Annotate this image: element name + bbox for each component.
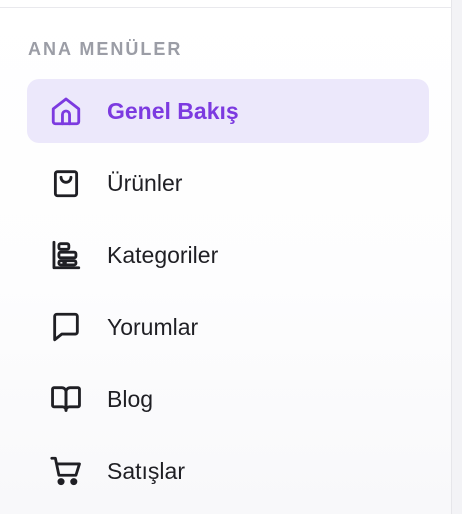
shopping-bag-icon	[49, 166, 83, 200]
sidebar: ANA MENÜLER Genel Bakış Ürünler Kategori…	[0, 0, 452, 514]
sidebar-item-label: Yorumlar	[107, 314, 199, 340]
sidebar-item-label: Ürünler	[107, 170, 183, 196]
sidebar-item-yorumlar[interactable]: Yorumlar	[27, 295, 429, 359]
cart-icon	[49, 454, 83, 488]
book-icon	[49, 382, 83, 416]
sidebar-item-label: Satışlar	[107, 458, 185, 484]
section-title: ANA MENÜLER	[28, 39, 183, 59]
sidebar-item-kategoriler[interactable]: Kategoriler	[27, 223, 429, 287]
sidebar-item-blog[interactable]: Blog	[27, 367, 429, 431]
sidebar-item-label: Kategoriler	[107, 242, 219, 268]
home-icon	[49, 94, 83, 128]
sidebar-item-label: Blog	[107, 386, 154, 412]
sidebar-item-label: Genel Bakış	[107, 98, 239, 124]
sidebar-item-urunler[interactable]: Ürünler	[27, 151, 429, 215]
nav-list: Genel Bakış Ürünler Kategoriler Yorumlar…	[27, 79, 429, 511]
message-icon	[49, 310, 83, 344]
sidebar-item-genel-bakis[interactable]: Genel Bakış	[27, 79, 429, 143]
sidebar-item-satislar[interactable]: Satışlar	[27, 439, 429, 503]
top-divider	[0, 7, 452, 8]
categories-icon	[49, 238, 83, 272]
